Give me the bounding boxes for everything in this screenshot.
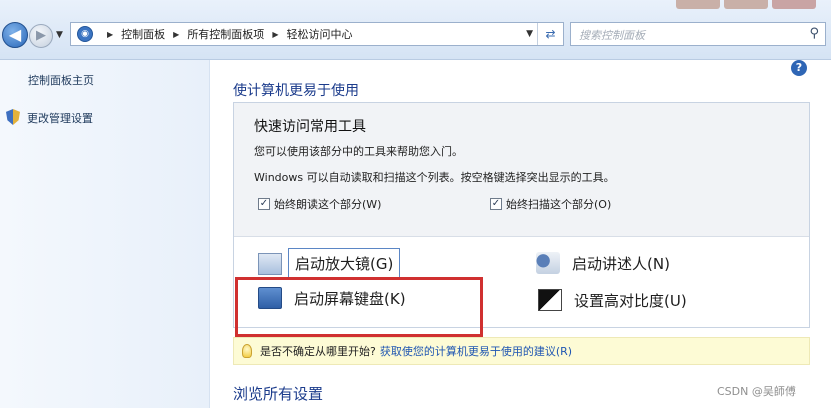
search-placeholder: 搜索控制面板 [579, 29, 645, 42]
shield-icon [6, 109, 20, 125]
sidebar: 控制面板主页 更改管理设置 [0, 60, 210, 408]
breadcrumb-separator-icon[interactable]: ▶ [272, 30, 278, 39]
back-button[interactable]: ◀ [2, 22, 28, 48]
sidebar-link-home[interactable]: 控制面板主页 [28, 72, 94, 88]
start-narrator-label: 启动讲述人(N) [572, 254, 670, 273]
narrator-icon [536, 252, 560, 274]
tip-question: 是否不确定从哪里开始? [260, 345, 376, 358]
help-icon[interactable]: ? [791, 60, 807, 76]
minimize-button[interactable] [676, 0, 720, 9]
breadcrumb-ease-of-access[interactable]: 轻松访问中心 [286, 26, 352, 42]
control-panel-icon: ◉ [77, 26, 93, 42]
breadcrumb-control-panel[interactable]: 控制面板 [121, 26, 165, 42]
set-high-contrast-label: 设置高对比度(U) [574, 291, 687, 310]
high-contrast-icon [538, 289, 562, 311]
always-read-checkbox[interactable]: ✓ 始终朗读这个部分(W) [258, 196, 381, 212]
quick-tools-scan-description: Windows 可以自动读取和扫描这个列表。按空格键选择突出显示的工具。 [254, 171, 615, 184]
address-dropdown-icon[interactable]: ▼ [526, 29, 533, 39]
checkbox-check-icon[interactable]: ✓ [258, 198, 270, 210]
close-button[interactable] [772, 0, 816, 9]
always-scan-label: 始终扫描这个部分(O) [506, 198, 612, 211]
address-bar[interactable]: ◉ ▶ 控制面板 ▶ 所有控制面板项 ▶ 轻松访问中心 ▼ ⇄ [70, 22, 564, 46]
refresh-icon[interactable]: ⇄ [537, 23, 563, 45]
start-magnifier-label: 启动放大镜(G) [288, 248, 401, 279]
start-magnifier-button[interactable]: 启动放大镜(G) [258, 248, 401, 279]
browse-all-settings-heading: 浏览所有设置 [233, 385, 324, 403]
main-content: ? 使计算机更易于使用 快速访问常用工具 您可以使用该部分中的工具来帮助您入门。… [211, 60, 831, 408]
address-toolbar: ◀ ▶ ▼ ◉ ▶ 控制面板 ▶ 所有控制面板项 ▶ 轻松访问中心 ▼ ⇄ 搜索… [0, 0, 831, 60]
forward-button[interactable]: ▶ [29, 24, 53, 48]
always-read-label: 始终朗读这个部分(W) [274, 198, 382, 211]
window-buttons [676, 0, 816, 10]
breadcrumb-all-items[interactable]: 所有控制面板项 [187, 26, 264, 42]
always-scan-checkbox[interactable]: ✓ 始终扫描这个部分(O) [490, 196, 611, 212]
watermark: CSDN @吴師傅 [717, 385, 796, 398]
breadcrumb-separator-icon[interactable]: ▶ [107, 30, 113, 39]
sidebar-link-admin-settings[interactable]: 更改管理设置 [27, 110, 93, 126]
highlight-annotation-box [235, 277, 483, 337]
start-narrator-button[interactable]: 启动讲述人(N) [536, 252, 670, 274]
quick-tools-header: 快速访问常用工具 您可以使用该部分中的工具来帮助您入门。 Windows 可以自… [234, 103, 809, 237]
maximize-button[interactable] [724, 0, 768, 9]
page-title: 使计算机更易于使用 [233, 83, 359, 99]
tip-bar: 是否不确定从哪里开始? 获取使您的计算机更易于使用的建议(R) [233, 337, 810, 365]
quick-tools-title: 快速访问常用工具 [254, 119, 366, 135]
recommendations-link[interactable]: 获取使您的计算机更易于使用的建议(R) [380, 343, 572, 359]
search-icon[interactable]: ⚲ [809, 26, 819, 41]
recent-pages-dropdown[interactable]: ▼ [56, 30, 63, 40]
search-input[interactable]: 搜索控制面板 ⚲ [570, 22, 826, 46]
breadcrumb-separator-icon[interactable]: ▶ [173, 30, 179, 39]
lightbulb-icon [242, 344, 252, 358]
checkbox-check-icon[interactable]: ✓ [490, 198, 502, 210]
set-high-contrast-button[interactable]: 设置高对比度(U) [538, 289, 687, 311]
magnifier-icon [258, 252, 282, 275]
quick-tools-description: 您可以使用该部分中的工具来帮助您入门。 [254, 145, 463, 158]
